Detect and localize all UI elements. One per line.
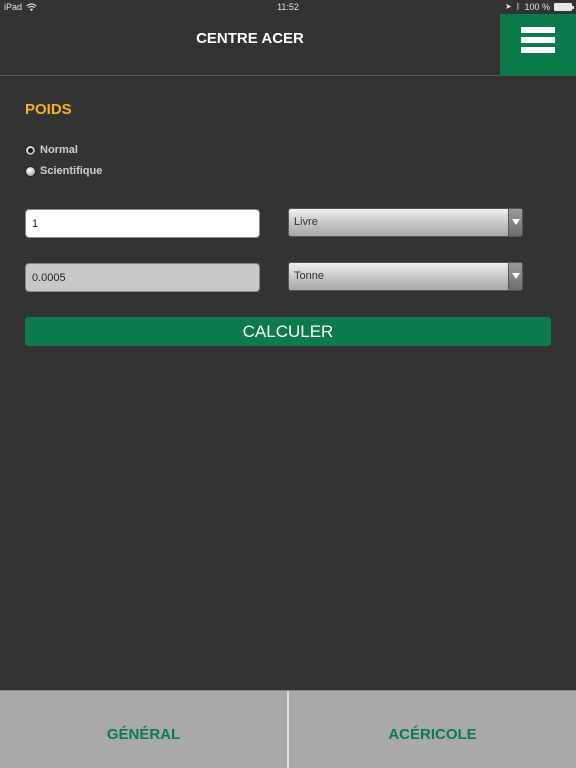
battery-percent: 100 % <box>524 2 550 12</box>
tab-acericole[interactable]: ACÉRICOLE <box>289 691 576 768</box>
tab-general[interactable]: GÉNÉRAL <box>0 691 287 768</box>
app-screen: iPad 11:52 ➤ ᛒ 100 % CENTRE ACER POIDS N… <box>0 0 576 768</box>
dropdown-arrow-icon <box>512 219 520 225</box>
radio-normal[interactable]: Normal <box>25 144 78 156</box>
bottom-tab-bar: GÉNÉRAL ACÉRICOLE <box>0 690 576 768</box>
dropdown-arrow-icon <box>512 273 520 279</box>
radio-scientifique[interactable]: Scientifique <box>25 165 102 177</box>
status-bar: iPad 11:52 ➤ ᛒ 100 % <box>0 0 576 14</box>
output-unit-value: Tonne <box>294 270 324 282</box>
bluetooth-icon: ᛒ <box>515 2 521 11</box>
app-header: CENTRE ACER <box>0 14 576 76</box>
input-unit-select[interactable]: Livre <box>288 208 523 237</box>
status-right: ➤ ᛒ 100 % <box>504 0 574 14</box>
output-unit-dropdown-toggle[interactable] <box>508 263 522 290</box>
battery-icon <box>554 3 574 11</box>
value-input-field[interactable] <box>25 209 260 238</box>
radio-scientifique-label: Scientifique <box>40 165 103 177</box>
calculate-button[interactable]: CALCULER <box>25 317 551 346</box>
menu-button[interactable] <box>500 14 576 76</box>
section-title: POIDS <box>25 101 72 118</box>
result-output-field[interactable] <box>25 263 260 292</box>
location-icon: ➤ <box>504 2 512 11</box>
input-unit-value: Livre <box>294 216 318 228</box>
input-unit-dropdown-toggle[interactable] <box>508 209 522 236</box>
radio-unchecked-icon <box>25 165 36 177</box>
radio-normal-label: Normal <box>40 144 78 156</box>
status-time: 11:52 <box>277 2 299 12</box>
hamburger-menu-icon <box>521 27 555 53</box>
output-unit-select[interactable]: Tonne <box>288 262 523 291</box>
radio-checked-icon <box>25 144 36 156</box>
app-title: CENTRE ACER <box>196 30 304 47</box>
